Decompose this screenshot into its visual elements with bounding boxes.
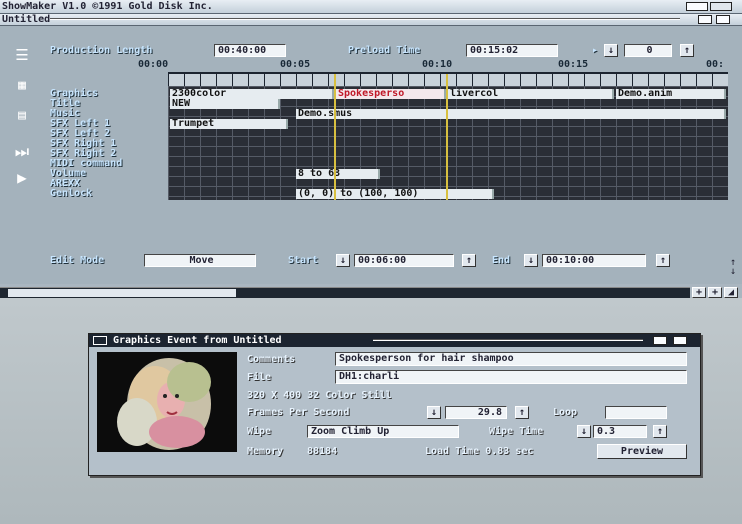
fps-label: Frames Per Second bbox=[247, 407, 350, 418]
edit-mode-field[interactable]: Move bbox=[144, 254, 256, 267]
memory-label: Memory bbox=[247, 446, 284, 457]
window-zoom-gadget[interactable] bbox=[716, 15, 730, 24]
screen-title: ShowMaker V1.0 ©1991 Gold Disk Inc. bbox=[2, 1, 213, 12]
comments-label: Comments bbox=[247, 354, 296, 365]
time-ruler: 00:00 00:05 00:10 00:15 00: bbox=[50, 58, 736, 72]
menu-lines-icon[interactable]: ☰ bbox=[4, 44, 40, 66]
wipe-label: Wipe bbox=[247, 426, 272, 437]
wipe-time-label: Wipe Time bbox=[489, 426, 544, 437]
fps-field[interactable]: 29.8 bbox=[445, 406, 507, 419]
graphics-event-dialog: Graphics Event from Untitled Comments Sp… bbox=[88, 333, 701, 476]
ruler-scale bbox=[168, 72, 728, 86]
ruler-tick: 00:10 bbox=[422, 59, 453, 70]
event-graphics-spokesperson[interactable]: Spokesperso bbox=[336, 89, 446, 99]
horizontal-scrollbar[interactable] bbox=[0, 287, 690, 298]
start-down-button[interactable]: ↓ bbox=[336, 254, 350, 267]
window-title: Untitled bbox=[2, 14, 51, 25]
event-sfx-trumpet[interactable]: Trumpet bbox=[170, 119, 288, 129]
event-music-demo-smus[interactable]: Demo.smus bbox=[296, 109, 726, 119]
file-label: File bbox=[247, 372, 272, 383]
wipe-time-down-button[interactable]: ↓ bbox=[577, 425, 591, 438]
file-field[interactable]: DH1:charli bbox=[335, 370, 687, 384]
production-length-field[interactable]: 00:40:00 bbox=[214, 44, 286, 57]
fps-down-button[interactable]: ↓ bbox=[427, 406, 441, 419]
scroll-left-button[interactable]: + bbox=[692, 287, 706, 298]
end-down-button[interactable]: ↓ bbox=[524, 254, 538, 267]
load-time-text: Load Time 0.83 sec bbox=[425, 446, 534, 457]
event-graphics-2300color[interactable]: 2300color bbox=[170, 89, 334, 99]
screen-depth-gadget[interactable] bbox=[686, 2, 708, 11]
start-label: Start bbox=[288, 255, 319, 266]
ruler-tick: 00:15 bbox=[558, 59, 589, 70]
stepper-field[interactable]: 0 bbox=[624, 44, 672, 57]
scroll-right-button[interactable]: + bbox=[708, 287, 722, 298]
event-genlock-ramp[interactable]: (0, 0) to (100, 100) bbox=[296, 189, 494, 199]
window-title-bar: Untitled bbox=[0, 14, 742, 26]
resize-gadget[interactable]: ◢ bbox=[724, 287, 738, 298]
end-marker[interactable] bbox=[446, 74, 448, 200]
loop-label: Loop bbox=[553, 407, 578, 418]
grid-view-icon[interactable]: ▦ bbox=[4, 74, 40, 98]
fps-up-button[interactable]: ↑ bbox=[515, 406, 529, 419]
dialog-zoom-gadget[interactable] bbox=[673, 336, 687, 345]
play-icon[interactable]: ▶ bbox=[4, 166, 40, 190]
image-info-text: 320 X 400 32 Color Still bbox=[247, 390, 392, 401]
event-graphics-demo-anim[interactable]: Demo.anim bbox=[616, 89, 726, 99]
dialog-depth-gadget[interactable] bbox=[653, 336, 667, 345]
dialog-title-rule bbox=[373, 339, 643, 341]
end-up-button[interactable]: ↑ bbox=[656, 254, 670, 267]
start-time-field[interactable]: 00:06:00 bbox=[354, 254, 454, 267]
start-up-button[interactable]: ↑ bbox=[462, 254, 476, 267]
wipe-time-field[interactable]: 0.3 bbox=[593, 425, 647, 438]
window-depth-gadget[interactable] bbox=[698, 15, 712, 24]
wipe-field[interactable]: Zoom Climb Up bbox=[307, 425, 459, 438]
preview-button[interactable]: Preview bbox=[597, 444, 687, 459]
event-graphics-livercol[interactable]: livercol bbox=[448, 89, 614, 99]
dialog-close-gadget[interactable] bbox=[93, 336, 107, 345]
screen-front-gadget[interactable] bbox=[710, 2, 732, 11]
ruler-tick: 00: bbox=[706, 59, 725, 70]
stepper-up-button[interactable]: ↑ bbox=[680, 44, 694, 57]
image-thumbnail bbox=[97, 352, 237, 452]
event-title-new[interactable]: NEW bbox=[170, 99, 280, 109]
edit-mode-label: Edit Mode bbox=[50, 255, 105, 266]
ruler-tick: 00:05 bbox=[280, 59, 311, 70]
end-time-field[interactable]: 00:10:00 bbox=[542, 254, 646, 267]
window-title-rule bbox=[50, 18, 680, 20]
step-arrow-icon[interactable]: ▸ bbox=[592, 45, 598, 56]
track-label-genlock: Genlock bbox=[50, 188, 93, 199]
track-list-icon[interactable]: ▤ bbox=[4, 104, 40, 128]
wipe-time-up-button[interactable]: ↑ bbox=[653, 425, 667, 438]
scrollbar-thumb[interactable] bbox=[8, 289, 236, 297]
production-length-label: Production Length bbox=[50, 45, 153, 56]
preload-time-field[interactable]: 00:15:02 bbox=[466, 44, 558, 57]
step-forward-icon[interactable]: ⏭ bbox=[4, 140, 40, 164]
comments-field[interactable]: Spokesperson for hair shampoo bbox=[335, 352, 687, 366]
portrait-thumbnail-icon bbox=[117, 358, 211, 450]
dialog-title-bar: Graphics Event from Untitled bbox=[89, 334, 700, 347]
screen-title-bar: ShowMaker V1.0 ©1991 Gold Disk Inc. bbox=[0, 0, 742, 14]
ruler-tick: 00:00 bbox=[138, 59, 169, 70]
vertical-scroll-arrows[interactable]: ↑ ↓ bbox=[730, 258, 742, 286]
loop-field[interactable] bbox=[605, 406, 667, 419]
end-label: End bbox=[492, 255, 511, 266]
preload-time-label: Preload Time bbox=[348, 45, 421, 56]
memory-value: 88184 bbox=[307, 446, 338, 457]
start-marker[interactable] bbox=[334, 74, 336, 200]
stepper-down-button[interactable]: ↓ bbox=[604, 44, 618, 57]
dialog-title: Graphics Event from Untitled bbox=[113, 335, 282, 346]
event-volume-ramp[interactable]: 8 to 63 bbox=[296, 169, 380, 179]
